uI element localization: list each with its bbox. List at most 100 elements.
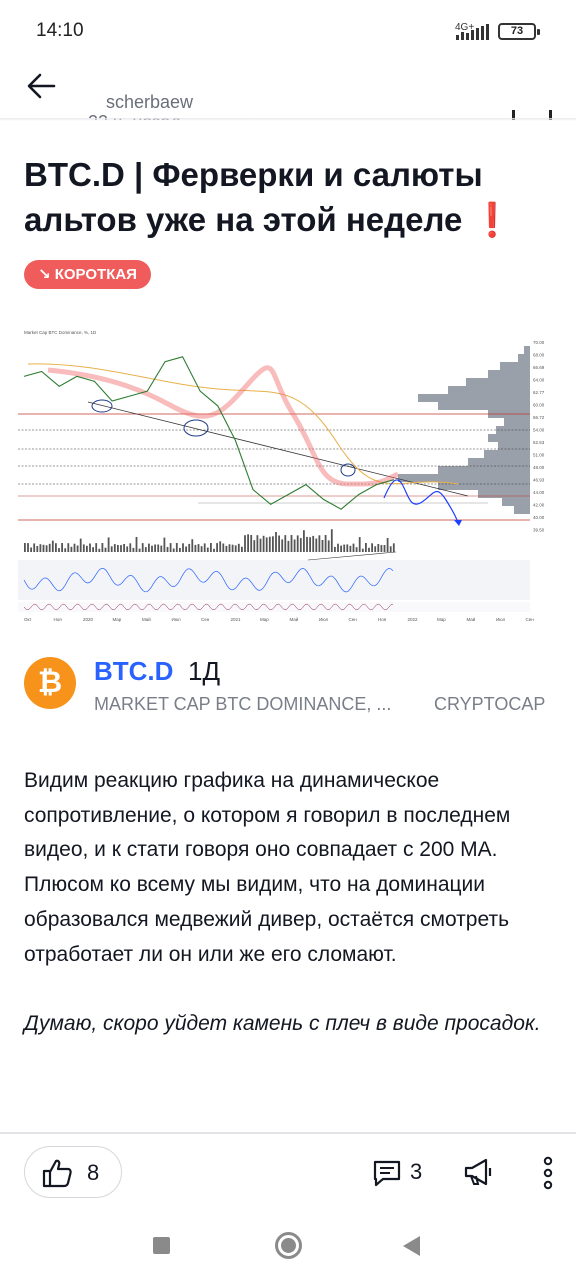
y-tick-label: 44.00 [533, 490, 545, 495]
x-tick-label: Сен [349, 617, 358, 622]
volume-bar [179, 547, 181, 552]
symbol-interval: 1Д [188, 656, 221, 686]
home-icon[interactable] [275, 1232, 302, 1259]
volume-bar [76, 545, 79, 552]
y-tick-label: 54.00 [533, 428, 545, 433]
volume-bar [144, 547, 147, 552]
volume-bar [141, 543, 144, 552]
post-title-text: BTC.D | Ферверки и салюты альтов уже на … [24, 156, 483, 238]
volume-bar [194, 544, 197, 552]
volume-bar [42, 544, 45, 552]
volume-bar [296, 535, 299, 552]
volume-bar [169, 543, 172, 552]
like-button[interactable]: 8 [24, 1146, 122, 1198]
symbol-exchange: CRYPTOCAP [434, 694, 546, 714]
x-tick-label: Сен [526, 617, 535, 622]
system-nav-bar [0, 1212, 576, 1280]
volume-bar [355, 547, 358, 552]
x-tick-label: Окт [24, 617, 32, 622]
volume-bar [225, 545, 228, 552]
volume-bar [55, 543, 57, 552]
volume-bar [36, 546, 39, 552]
volume-bar [237, 543, 240, 552]
y-tick-label: 64.00 [533, 378, 545, 383]
symbol-info[interactable]: ₿ BTC.D 1Д MARKET CAP BTC DOMINANCE, ...… [24, 654, 564, 714]
volume-bar [389, 546, 392, 552]
y-tick-label: 39.50 [533, 528, 545, 533]
megaphone-icon[interactable] [462, 1156, 494, 1188]
volume-bar [284, 535, 287, 552]
volume-bar [151, 545, 153, 552]
volume-bar [321, 540, 324, 552]
volume-bar [166, 547, 169, 552]
volume-bar [213, 548, 215, 552]
more-vertical-icon[interactable] [540, 1156, 556, 1190]
volume-bar [200, 546, 203, 552]
volume-bar [148, 543, 150, 552]
volume-bar [120, 545, 122, 552]
volume-bar [82, 544, 85, 552]
volume-bar [45, 545, 48, 552]
comment-icon[interactable] [372, 1158, 402, 1188]
back-arrow-icon[interactable] [20, 66, 64, 106]
volume-bar [247, 534, 249, 552]
exclamation-emoji: ❗ [471, 201, 513, 238]
battery-icon: 73 [498, 23, 540, 40]
y-tick-label: 46.93 [533, 478, 545, 483]
volume-bar [191, 539, 194, 552]
y-tick-label: 66.69 [533, 365, 545, 370]
volume-bar [330, 529, 333, 552]
system-back-icon[interactable] [403, 1236, 420, 1256]
x-tick-label: Май [290, 616, 299, 622]
volume-bar [157, 544, 160, 552]
volume-bar [281, 539, 284, 552]
volume-bar [138, 548, 141, 552]
x-tick-label: Июл [496, 617, 506, 622]
volume-bar [312, 535, 315, 552]
volume-bar [241, 546, 243, 552]
volume-bar [253, 540, 256, 552]
volume-bar [222, 543, 225, 552]
volume-bar [104, 547, 107, 552]
volume-bar [58, 548, 60, 552]
recent-apps-icon[interactable] [153, 1237, 170, 1254]
symbol-ticker[interactable]: BTC.D [94, 656, 173, 687]
rsi-panel [18, 560, 530, 600]
volume-bar [126, 546, 129, 552]
status-bar: 14:10 4G+ 73 [0, 0, 576, 62]
volume-bar [334, 546, 336, 552]
y-tick-label: 70.00 [533, 340, 545, 345]
stoch-panel [18, 602, 530, 612]
comment-count[interactable]: 3 [410, 1159, 422, 1185]
volume-bar [48, 543, 51, 552]
x-tick-label: Ноя [54, 617, 63, 622]
volume-bar [343, 544, 346, 552]
thumbs-up-icon [42, 1159, 72, 1188]
chart-image[interactable]: Market Cap BTC Dominance, %, 1D Окт Ноя … [18, 324, 558, 624]
x-tick-label: Ноя [378, 617, 387, 622]
y-tick-label: 40.00 [533, 515, 545, 520]
x-tick-label: Сен [201, 617, 210, 622]
volume-bar [89, 543, 91, 552]
volume-bar [268, 536, 271, 552]
y-tick-label: 56.72 [533, 415, 545, 420]
volume-bar [182, 543, 184, 552]
chart-svg: Market Cap BTC Dominance, %, 1D Окт Ноя … [18, 324, 558, 624]
volume-bar [113, 544, 116, 552]
volume-bar [368, 547, 370, 552]
volume-bar [250, 535, 253, 552]
y-tick-label: 52.53 [533, 440, 545, 445]
body-paragraph-1: Видим реакцию графика на динамическое со… [24, 769, 511, 862]
volume-bar [203, 543, 206, 552]
x-tick-label: Мар [260, 617, 269, 622]
author-name[interactable]: scherbaew [106, 92, 193, 113]
volume-bar [132, 547, 135, 552]
y-tick-label: 68.00 [533, 353, 545, 358]
volume-bar [210, 543, 212, 552]
volume-bar [234, 545, 237, 552]
volume-bar [299, 538, 302, 552]
x-tick-label: 2021 [231, 617, 242, 622]
action-bar: 8 3 [0, 1134, 576, 1210]
volume-bar [64, 548, 67, 552]
y-tick-label: 51.00 [533, 453, 545, 458]
